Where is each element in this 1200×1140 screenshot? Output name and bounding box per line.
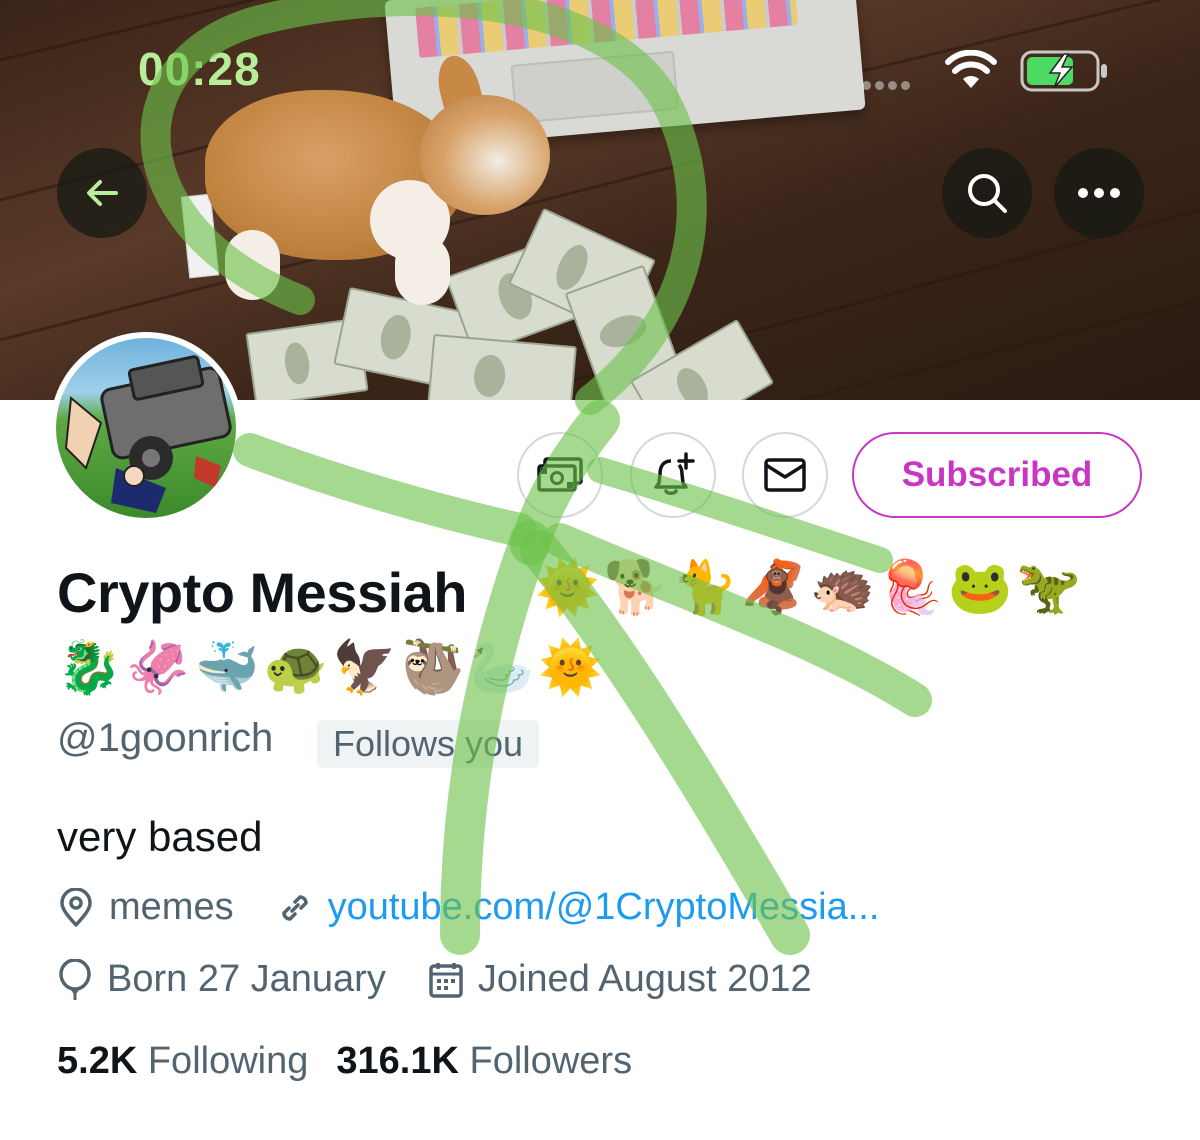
notifications-button[interactable]	[630, 432, 716, 518]
website-link[interactable]: youtube.com/@1CryptoMessia...	[328, 886, 880, 929]
arrow-left-icon	[87, 180, 118, 206]
name-emojis-line-2: 🐉🦑🐳🐢🦅🦥🦢🌞	[57, 638, 607, 698]
following-label: Following	[147, 1040, 309, 1082]
balloon-icon	[59, 958, 91, 1000]
birthday-item: Born 27 January	[57, 958, 386, 1001]
envelope-icon	[764, 458, 806, 492]
subscribed-button[interactable]: Subscribed	[852, 432, 1142, 518]
location-text: memes	[109, 886, 234, 928]
tip-button[interactable]	[517, 432, 603, 518]
link-icon	[281, 894, 308, 921]
cash-bill	[427, 333, 577, 400]
more-options-button[interactable]	[1054, 148, 1144, 238]
more-horizontal-icon	[1078, 188, 1120, 198]
profile-meta-row: memes youtube.com/@1CryptoMessia...	[57, 886, 921, 929]
following-stat[interactable]: 5.2K Following	[57, 1040, 308, 1083]
wifi-icon	[945, 50, 997, 88]
corgi-head	[420, 95, 550, 215]
joined-text: Joined August 2012	[477, 958, 812, 1000]
location-pin-icon	[60, 887, 92, 927]
website-item[interactable]: youtube.com/@1CryptoMessia...	[276, 886, 880, 929]
user-handle: @1goonrich	[57, 716, 274, 760]
battery-charging-icon	[1020, 50, 1107, 92]
avatar-image	[56, 338, 236, 518]
birthday-text: Born 27 January	[107, 958, 386, 1000]
bio-text: very based	[57, 813, 263, 860]
following-count: 5.2K	[57, 1040, 138, 1082]
name-emojis-line-1: 🌞🐕🐈🦧🦔🪼🐸🦖	[535, 558, 1085, 618]
calendar-icon	[429, 962, 463, 998]
search-icon	[968, 174, 1007, 213]
money-icon	[537, 457, 583, 492]
avatar[interactable]	[50, 332, 242, 524]
followers-stat[interactable]: 316.1K Followers	[336, 1040, 632, 1083]
search-button[interactable]	[942, 148, 1032, 238]
profile-meta-row: Born 27 January Joined August 2012	[57, 958, 854, 1001]
bell-plus-icon	[654, 452, 695, 495]
followers-label: Followers	[469, 1040, 633, 1082]
back-button[interactable]	[57, 148, 147, 238]
follows-you-badge: Follows you	[317, 720, 540, 768]
follow-stats: 5.2K Following 316.1K Followers	[57, 1040, 660, 1083]
joined-item: Joined August 2012	[428, 958, 812, 1001]
display-name: Crypto Messiah	[57, 561, 468, 624]
message-button[interactable]	[742, 432, 828, 518]
followers-count: 316.1K	[336, 1040, 459, 1082]
location-item: memes	[57, 886, 234, 929]
status-time: 00:28	[138, 43, 261, 95]
signal-dots-icon	[862, 77, 914, 95]
